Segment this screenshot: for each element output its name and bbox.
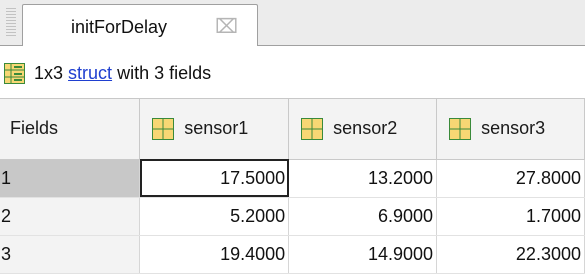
close-icon[interactable]: ⌧ — [215, 14, 238, 39]
table-cell[interactable]: 19.4000 — [139, 235, 290, 274]
column-label: sensor1 — [184, 117, 249, 138]
tab-title: initForDelay — [71, 17, 168, 37]
column-label: sensor2 — [333, 117, 398, 138]
table-cell[interactable]: 5.2000 — [139, 197, 290, 236]
row-header[interactable]: 3 — [0, 235, 141, 274]
table-row: 2 5.2000 6.9000 1.7000 — [0, 197, 585, 236]
variable-dims: 1x3 — [34, 63, 64, 83]
table-cell[interactable]: 6.9000 — [288, 197, 438, 236]
table-cell[interactable]: 14.9000 — [288, 235, 438, 274]
struct-type-link[interactable]: struct — [68, 63, 112, 83]
tab-initForDelay[interactable]: initForDelay ⌧ — [22, 4, 258, 47]
column-label: sensor3 — [481, 117, 546, 138]
row-header[interactable]: 2 — [0, 197, 141, 236]
table-cell[interactable]: 17.5000 — [139, 159, 290, 198]
table-row: 1 17.5000 13.2000 27.8000 — [0, 159, 585, 198]
tab-grip-handle[interactable] — [6, 8, 16, 38]
variable-summary: 1x3 struct with 3 fields — [34, 63, 211, 84]
fields-column-header[interactable]: Fields — [0, 99, 141, 160]
table-cell[interactable]: 27.8000 — [436, 159, 585, 198]
table-cell[interactable]: 1.7000 — [436, 197, 585, 236]
header-row: Fields sensor1 sensor2 sensor3 — [0, 99, 585, 160]
column-header-sensor2[interactable]: sensor2 — [288, 99, 438, 160]
column-header-sensor1[interactable]: sensor1 — [139, 99, 290, 160]
numeric-field-icon — [449, 117, 472, 140]
table-cell[interactable]: 22.3000 — [436, 235, 585, 274]
column-header-sensor3[interactable]: sensor3 — [436, 99, 585, 160]
table-cell[interactable]: 13.2000 — [288, 159, 438, 198]
variable-info-bar: 1x3 struct with 3 fields — [0, 46, 585, 99]
document-tab-bar: initForDelay ⌧ — [0, 0, 585, 47]
numeric-field-icon — [152, 117, 175, 140]
numeric-field-icon — [301, 117, 324, 140]
struct-variable-icon — [4, 63, 25, 84]
variable-suffix: with 3 fields — [117, 63, 212, 83]
row-header[interactable]: 1 — [0, 159, 141, 198]
struct-field-table: Fields sensor1 sensor2 sensor3 1 17.5000… — [0, 99, 585, 274]
table-row: 3 19.4000 14.9000 22.3000 — [0, 235, 585, 274]
